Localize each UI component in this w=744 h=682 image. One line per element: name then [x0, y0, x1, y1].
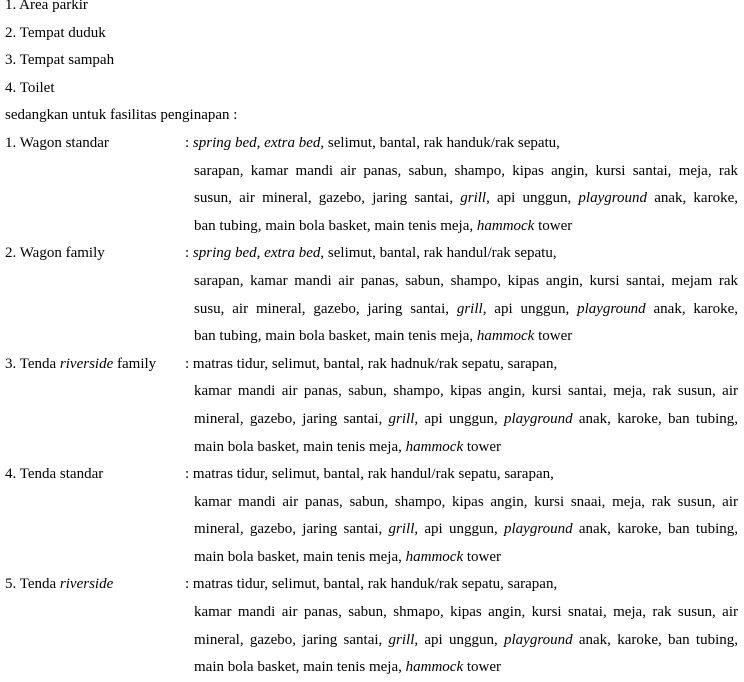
facility-line: ban tubing, main bola basket, main tenis…: [194, 217, 573, 234]
accommodation-list: 1. Wagon standar : spring bed, extra bed,…: [0, 130, 744, 682]
facility-line: ban tubing, main bola basket, main tenis…: [194, 328, 573, 345]
accommodation-entry: 5. Tenda riverside : matras tidur, selimu…: [0, 571, 744, 681]
list-item: 1. Area parkir: [5, 0, 88, 13]
accommodation-name: 5. Tenda riverside: [5, 576, 114, 593]
accommodation-entry: 3. Tenda riverside family : matras tidur,…: [0, 351, 744, 461]
accommodation-entry: 4. Tenda standar : matras tidur, selimut,…: [0, 461, 744, 571]
facility-line: mineral, gazebo, jaring santai, grill, a…: [194, 631, 738, 648]
facility-line: main bola basket, main tenis meja, hammo…: [194, 548, 502, 565]
facility-line: main bola basket, main tenis meja, hammo…: [194, 659, 502, 676]
facility-line: : matras tidur, selimut, bantal, rak han…: [185, 466, 554, 483]
accommodation-name: 2. Wagon family: [5, 245, 105, 262]
facility-line: : spring bed, extra bed, selimut, bantal…: [185, 134, 560, 151]
facility-line: sarapan, kamar mandi air panas, sabun, s…: [194, 272, 738, 289]
facility-line: sarapan, kamar mandi air panas, sabun, s…: [194, 162, 738, 179]
accommodation-intro: sedangkan untuk fasilitas penginapan :: [5, 107, 238, 124]
facility-line: main bola basket, main tenis meja, hammo…: [194, 438, 502, 455]
list-item: 2. Tempat duduk: [5, 24, 106, 41]
facility-line: mineral, gazebo, jaring santai, grill, a…: [194, 410, 738, 427]
facility-line: kamar mandi air panas, sabun, shampo, ki…: [194, 383, 738, 400]
facility-line: susun, air mineral, gazebo, jaring santa…: [194, 190, 738, 207]
document-page: 1. Area parkir 2. Tempat duduk 3. Tempat…: [0, 0, 744, 682]
facility-line: susu, air mineral, gazebo, jaring santai…: [194, 300, 738, 317]
list-item: 3. Tempat sampah: [5, 52, 115, 69]
facility-line: kamar mandi air panas, sabun, shampo, ki…: [194, 493, 738, 510]
accommodation-name: 1. Wagon standar: [5, 134, 109, 151]
facility-line: kamar mandi air panas, sabun, shmapo, ki…: [194, 604, 738, 621]
list-item: 4. Toilet: [5, 79, 55, 96]
accommodation-entry: 1. Wagon standar : spring bed, extra bed,…: [0, 130, 744, 240]
facility-line: : spring bed, extra bed, selimut, bantal…: [185, 245, 557, 262]
facility-line: mineral, gazebo, jaring santai, grill, a…: [194, 521, 738, 538]
accommodation-name: 3. Tenda riverside family: [5, 355, 157, 372]
facility-line: : matras tidur, selimut, bantal, rak had…: [185, 355, 558, 372]
facility-line: : matras tidur, selimut, bantal, rak han…: [185, 576, 558, 593]
general-facilities-list: 1. Area parkir 2. Tempat duduk 3. Tempat…: [0, 0, 744, 102]
accommodation-name: 4. Tenda standar: [5, 466, 104, 483]
accommodation-entry: 2. Wagon family : spring bed, extra bed, …: [0, 240, 744, 350]
